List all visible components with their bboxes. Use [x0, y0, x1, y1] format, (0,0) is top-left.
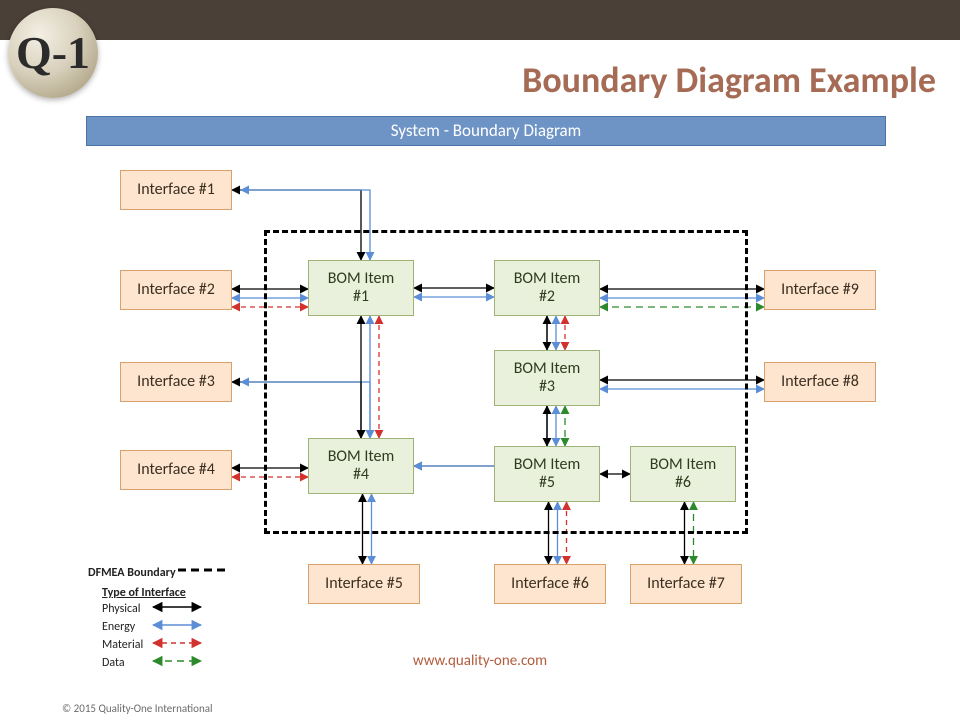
- interface-box-if8: Interface #8: [764, 362, 876, 402]
- bom-item-box-b4: BOM Item#4: [308, 438, 414, 494]
- interface-box-if6: Interface #6: [494, 564, 606, 604]
- bom-item-box-b6: BOM Item#6: [630, 446, 736, 502]
- interface-box-if1: Interface #1: [120, 170, 232, 210]
- legend-label-energy: Energy: [102, 618, 149, 636]
- legend-row-energy: Energy: [102, 618, 211, 636]
- legend-row-physical: Physical: [102, 600, 211, 618]
- legend-boundary-label: DFMEA Boundary: [88, 566, 176, 580]
- bom-item-box-b1: BOM Item#1: [308, 260, 414, 316]
- bom-item-box-b2: BOM Item#2: [494, 260, 600, 316]
- interface-box-if7: Interface #7: [630, 564, 742, 604]
- bom-item-box-b5: BOM Item#5: [494, 446, 600, 502]
- copyright: © 2015 Quality-One International: [62, 702, 213, 715]
- footer-url: www.quality-one.com: [0, 652, 960, 670]
- interface-box-if2: Interface #2: [120, 270, 232, 310]
- top-bar: [0, 0, 960, 40]
- legend-swatch-energy: [149, 618, 211, 636]
- interface-box-if3: Interface #3: [120, 362, 232, 402]
- interface-box-if5: Interface #5: [308, 564, 420, 604]
- legend-label-physical: Physical: [102, 600, 149, 618]
- legend-swatch-physical: [149, 600, 211, 618]
- bom-item-box-b3: BOM Item#3: [494, 350, 600, 406]
- diagram-banner: System - Boundary Diagram: [86, 116, 886, 146]
- interface-box-if4: Interface #4: [120, 450, 232, 490]
- legend-subheader: Type of Interface: [102, 586, 258, 600]
- legend-boundary-swatch: [178, 564, 230, 576]
- page-title: Boundary Diagram Example: [0, 58, 936, 102]
- interface-box-if9: Interface #9: [764, 270, 876, 310]
